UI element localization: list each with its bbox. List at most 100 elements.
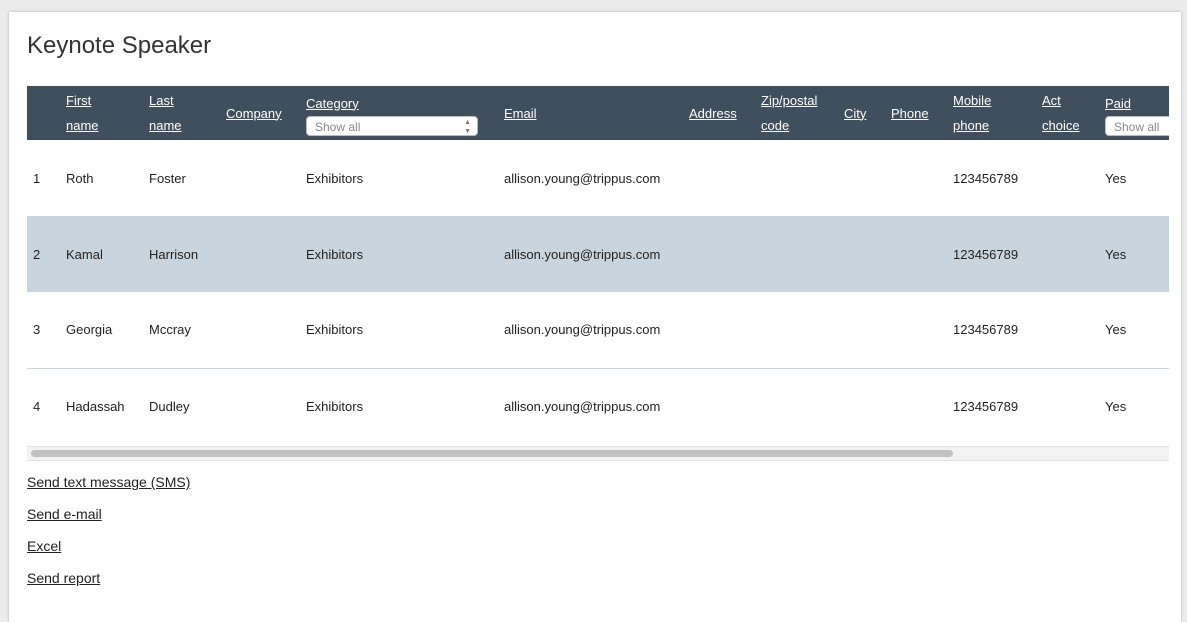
participants-table: First name Last name Company Category Show… (27, 86, 1169, 444)
header-last-name-line2[interactable]: name (149, 118, 182, 133)
scrollbar-thumb[interactable] (31, 450, 953, 457)
horizontal-scrollbar[interactable] (27, 446, 1169, 461)
header-zip[interactable]: Zip/postal code (755, 86, 838, 140)
mobile-cell: 123456789 (947, 292, 1036, 369)
company-cell (220, 292, 300, 369)
header-email-label[interactable]: Email (504, 106, 537, 121)
select-arrows-icon: ▲ ▼ (464, 118, 471, 135)
paid-cell: Yes (1105, 246, 1127, 262)
city-cell (838, 216, 885, 292)
email-cell: allison.young@trippus.com (504, 170, 661, 186)
page-title: Keynote Speaker (27, 32, 212, 59)
phone-cell (885, 140, 947, 216)
paid-cell: Yes (1105, 398, 1127, 414)
city-cell (838, 292, 885, 369)
email-cell: allison.young@trippus.com (498, 292, 683, 369)
header-last-name-line1[interactable]: Last (149, 93, 174, 108)
header-phone[interactable]: Phone (885, 86, 947, 140)
mobile-cell: 123456789 (953, 246, 1019, 262)
first-name-cell: Kamal (66, 246, 103, 262)
header-mobile[interactable]: Mobile phone (947, 86, 1036, 140)
send-report-link[interactable]: Send report (27, 569, 190, 587)
header-city-label[interactable]: City (844, 106, 866, 121)
category-cell: Exhibitors (306, 170, 364, 186)
act-choice-cell (1036, 216, 1099, 292)
table-row[interactable]: 2 Kamal Harrison Exhibitors allison.youn… (27, 216, 1169, 292)
row-number: 3 (27, 292, 60, 369)
header-first-name[interactable]: First name (60, 86, 143, 140)
excel-export-link[interactable]: Excel (27, 537, 190, 555)
header-category: Category Show all ▲ ▼ (300, 86, 498, 140)
category-filter-value: Show all (315, 119, 361, 134)
header-company[interactable]: Company (220, 86, 300, 140)
table-row[interactable]: 1 Roth Foster Exhibitors allison.young@t… (27, 140, 1169, 216)
paid-cell: Yes (1099, 292, 1169, 369)
header-mobile-line1[interactable]: Mobile (953, 93, 991, 108)
header-paid-label[interactable]: Paid (1105, 96, 1131, 111)
zip-cell (755, 140, 838, 216)
table-row[interactable]: 3 Georgia Mccray Exhibitors allison.youn… (27, 292, 1169, 369)
city-cell (838, 368, 885, 444)
first-name-cell: Roth (66, 170, 94, 186)
category-cell: Exhibitors (300, 292, 498, 369)
row-number: 1 (33, 170, 41, 186)
header-act-choice-line2[interactable]: choice (1042, 118, 1080, 133)
last-name-cell: Dudley (149, 398, 190, 414)
zip-cell (755, 368, 838, 444)
city-cell (838, 140, 885, 216)
header-zip-line1[interactable]: Zip/postal (761, 93, 817, 108)
content-card: Keynote Speaker First name Last name Com… (9, 12, 1181, 622)
company-cell (220, 216, 300, 292)
paid-filter-select[interactable]: Show all (1105, 115, 1169, 136)
header-email[interactable]: Email (498, 86, 683, 140)
header-zip-line2[interactable]: code (761, 118, 789, 133)
send-sms-link[interactable]: Send text message (SMS) (27, 473, 190, 491)
row-number: 4 (33, 398, 41, 414)
action-links: Send text message (SMS) Send e-mail Exce… (27, 473, 190, 601)
last-name-cell: Harrison (149, 246, 199, 262)
act-choice-cell (1036, 140, 1099, 216)
address-cell (683, 292, 755, 369)
address-cell (683, 368, 755, 444)
paid-filter-value: Show all (1114, 119, 1160, 134)
last-name-cell: Mccray (143, 292, 220, 369)
table-header-row: First name Last name Company Category Show… (27, 86, 1169, 140)
company-cell (220, 140, 300, 216)
header-city[interactable]: City (838, 86, 885, 140)
category-cell: Exhibitors (306, 398, 364, 414)
table-row[interactable]: 4 Hadassah Dudley Exhibitors allison.you… (27, 368, 1169, 444)
phone-cell (885, 368, 947, 444)
row-number: 2 (33, 246, 41, 262)
category-filter-select[interactable]: Show all ▲ ▼ (306, 115, 478, 136)
header-act-choice-line1[interactable]: Act (1042, 93, 1061, 108)
address-cell (683, 216, 755, 292)
email-cell: allison.young@trippus.com (504, 246, 661, 262)
header-act-choice[interactable]: Act choice (1036, 86, 1099, 140)
last-name-cell: Foster (149, 170, 186, 186)
phone-cell (885, 292, 947, 369)
company-cell (220, 368, 300, 444)
act-choice-cell (1036, 368, 1099, 444)
header-first-name-line2[interactable]: name (66, 118, 99, 133)
header-mobile-line2[interactable]: phone (953, 118, 989, 133)
participants-table-container: First name Last name Company Category Show… (27, 86, 1169, 459)
header-phone-label[interactable]: Phone (891, 106, 929, 121)
header-category-label[interactable]: Category (306, 96, 359, 111)
send-email-link[interactable]: Send e-mail (27, 505, 190, 523)
paid-cell: Yes (1105, 170, 1127, 186)
header-address-label[interactable]: Address (689, 106, 737, 121)
mobile-cell: 123456789 (953, 170, 1019, 186)
first-name-cell: Georgia (60, 292, 143, 369)
header-first-name-line1[interactable]: First (66, 93, 91, 108)
email-cell: allison.young@trippus.com (504, 398, 661, 414)
act-choice-cell (1036, 292, 1099, 369)
header-address[interactable]: Address (683, 86, 755, 140)
zip-cell (755, 292, 838, 369)
header-last-name[interactable]: Last name (143, 86, 220, 140)
mobile-cell: 123456789 (953, 398, 1019, 414)
header-paid: Paid Show all (1099, 86, 1169, 140)
zip-cell (755, 216, 838, 292)
phone-cell (885, 216, 947, 292)
category-cell: Exhibitors (306, 246, 364, 262)
header-company-label[interactable]: Company (226, 106, 282, 121)
